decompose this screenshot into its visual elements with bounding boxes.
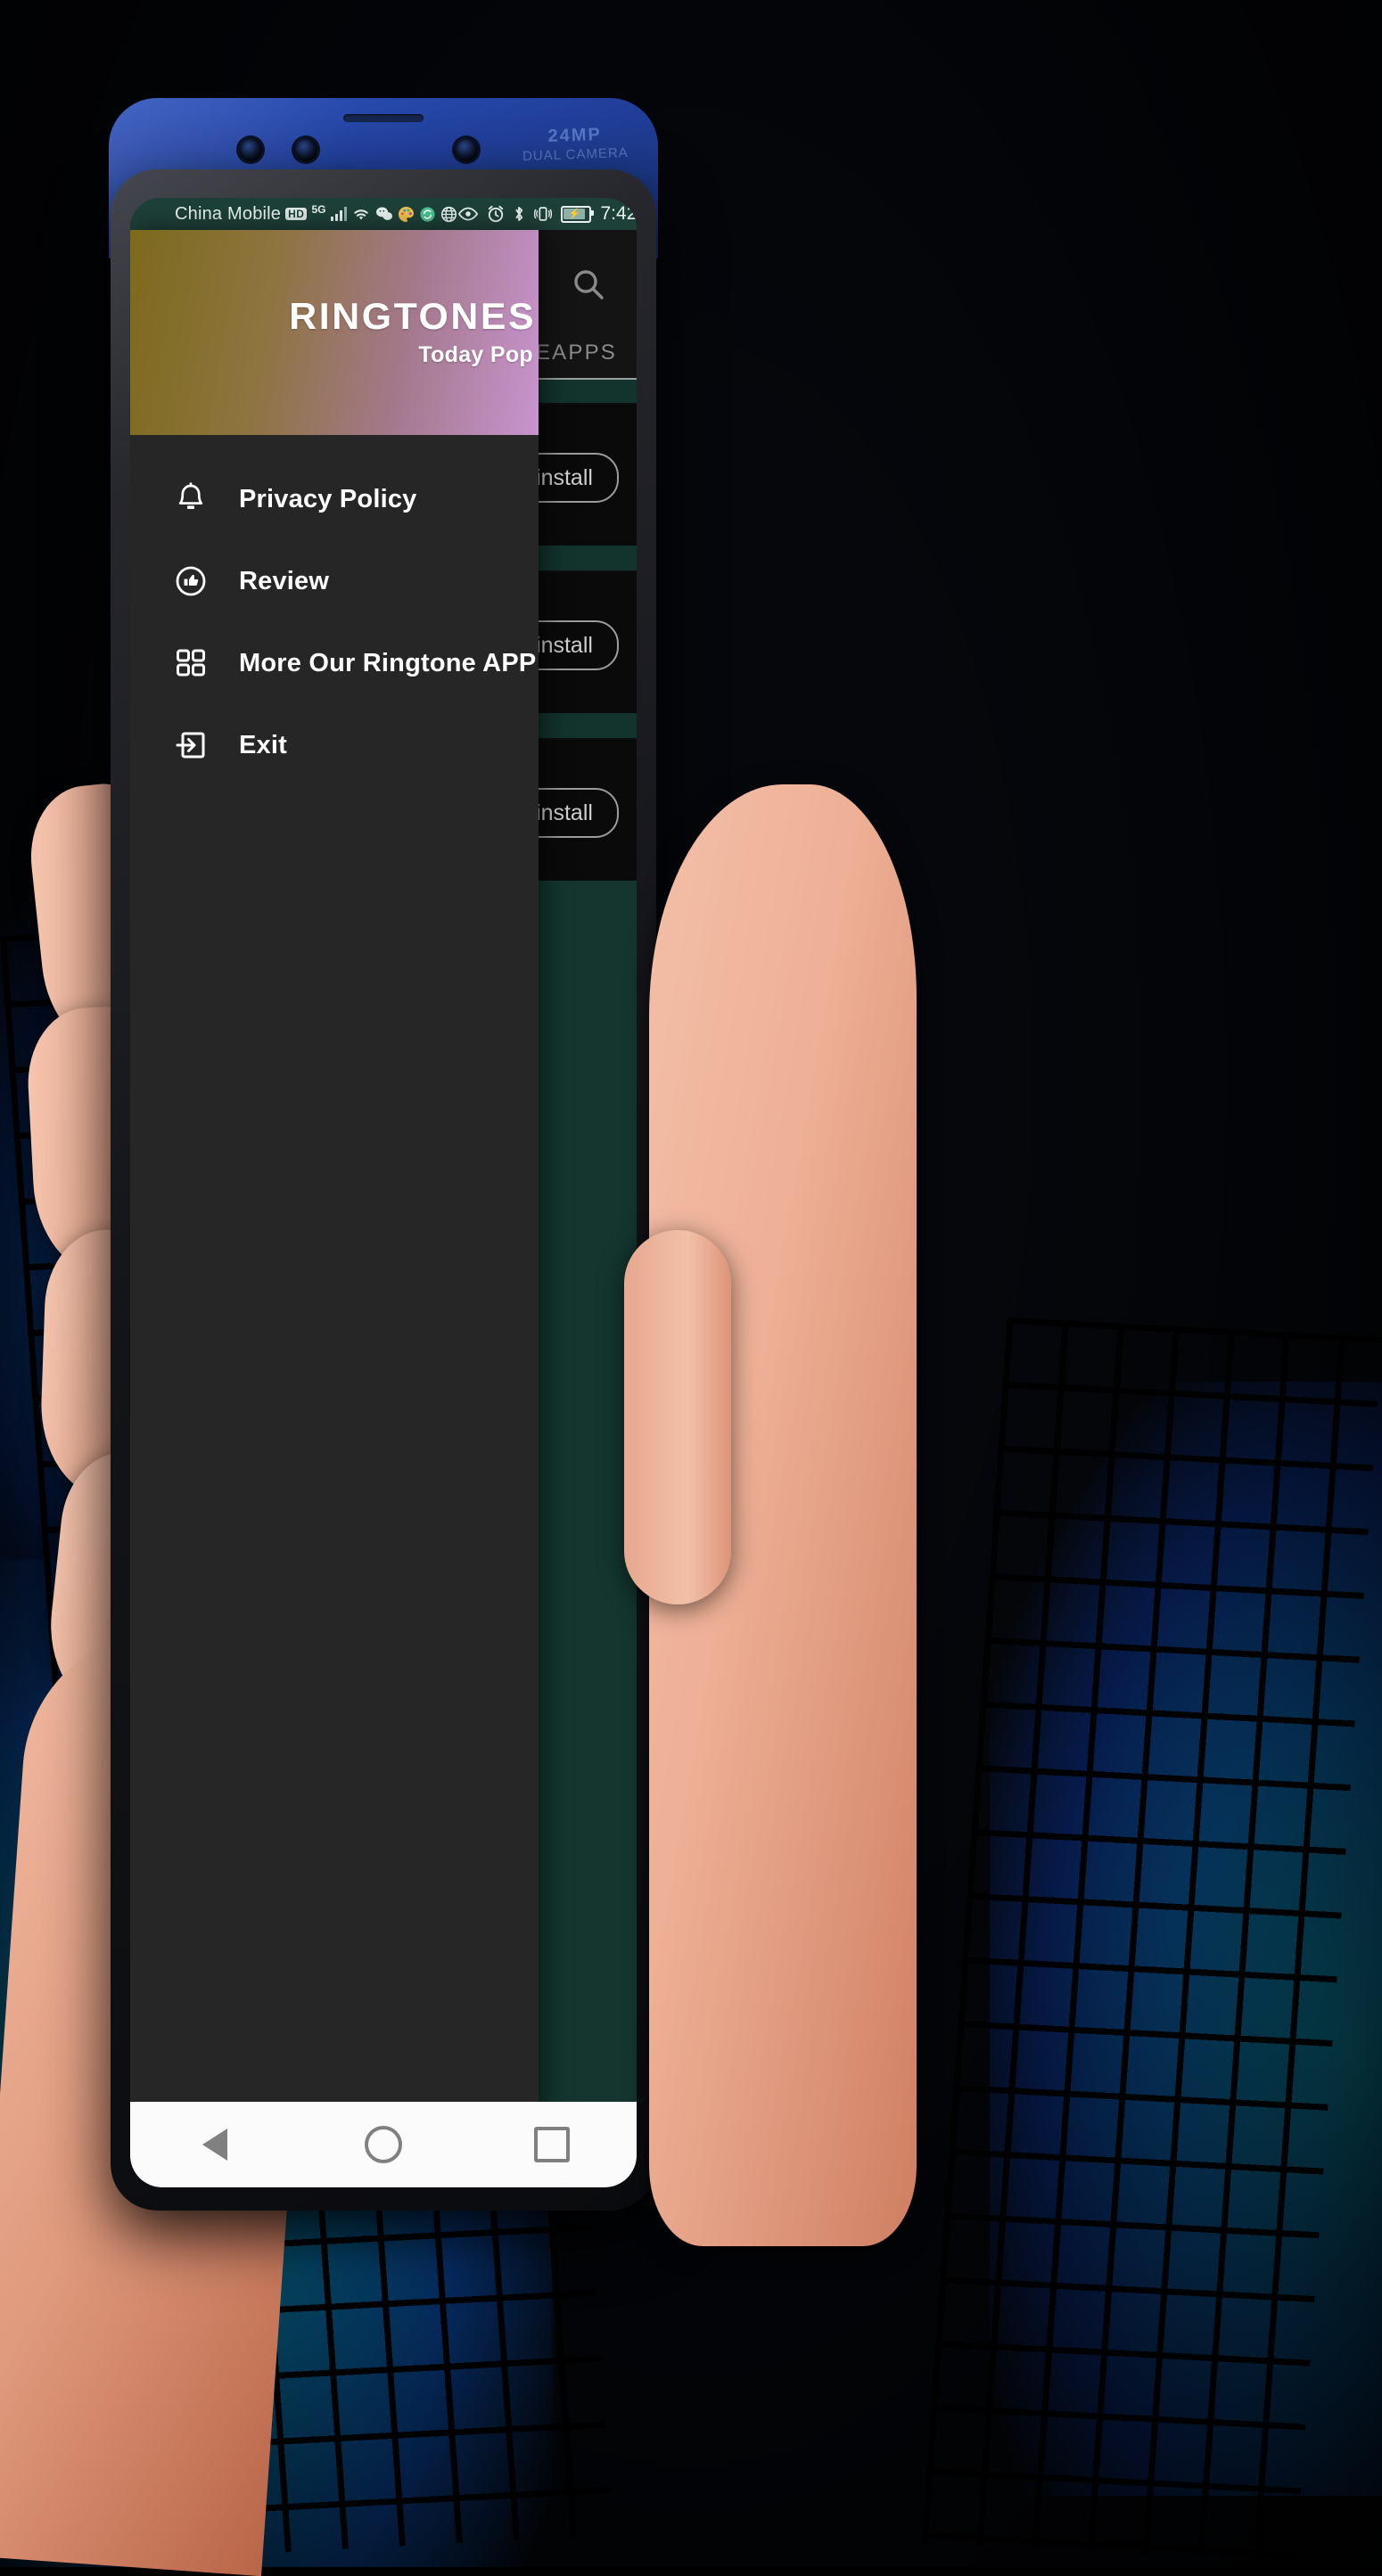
palette-icon: [398, 206, 415, 223]
drawer-item-more-apps[interactable]: More Our Ringtone APP: [130, 622, 539, 704]
phone-screen: China Mobile HD 5G ⚡ 7:42 MOREAPPS insta…: [130, 198, 637, 2187]
signal-bars-icon: [330, 207, 347, 221]
camera-branding: 24MP DUAL CAMERA: [516, 123, 633, 166]
earpiece-speaker: [343, 114, 424, 122]
drawer-item-privacy-policy[interactable]: Privacy Policy: [130, 458, 539, 540]
drawer-item-label: Review: [239, 566, 330, 595]
alarm-icon: [487, 205, 505, 223]
app-brand-title: RINGTONES: [288, 294, 536, 337]
vibrate-icon: [533, 205, 553, 223]
thumb-right: [624, 1230, 731, 1604]
secondary-camera-icon: [455, 138, 478, 161]
battery-charging-icon: ⚡: [560, 205, 594, 223]
drawer-menu-list: Privacy Policy Review More Our Ringtone …: [130, 435, 539, 786]
bluetooth-icon: [513, 205, 525, 223]
wifi-icon: [351, 206, 371, 222]
drawer-item-label: Exit: [239, 730, 287, 759]
status-bar-clock: 7:42: [600, 203, 638, 224]
exit-arrow-icon: [173, 727, 209, 763]
drawer-item-review[interactable]: Review: [130, 540, 539, 622]
sync-icon: [419, 206, 436, 223]
recents-square-icon: [534, 2127, 571, 2162]
network-type-label: 5G: [311, 203, 326, 216]
front-camera-icon: [239, 138, 262, 161]
drawer-header: RINGTONES Today Pop: [130, 230, 539, 435]
charging-bolt-icon: ⚡: [568, 208, 581, 219]
status-bar-right: ⚡ 7:42: [457, 203, 638, 225]
eye-icon: [457, 206, 479, 222]
home-button[interactable]: [348, 2118, 419, 2171]
bell-icon: [173, 481, 209, 517]
thumbs-up-circle-icon: [173, 563, 209, 599]
recents-button[interactable]: [516, 2118, 588, 2171]
back-triangle-icon: [202, 2129, 227, 2161]
back-button[interactable]: [179, 2118, 251, 2171]
system-navigation-bar: [130, 2102, 637, 2187]
drawer-item-label: Privacy Policy: [239, 484, 417, 513]
carrier-label: China Mobile: [175, 203, 282, 224]
globe-icon: [440, 206, 457, 223]
search-icon[interactable]: [565, 262, 612, 308]
home-circle-icon: [364, 2126, 402, 2163]
wechat-icon: [375, 206, 393, 222]
hd-badge: HD: [285, 207, 308, 221]
sensor-icon: [294, 138, 317, 161]
grid-apps-icon: [173, 645, 209, 681]
status-bar-left: China Mobile HD 5G: [175, 204, 457, 225]
drawer-item-label: More Our Ringtone APP: [239, 648, 537, 677]
navigation-drawer: RINGTONES Today Pop Privacy Policy Revie…: [130, 230, 539, 2187]
drawer-item-exit[interactable]: Exit: [130, 704, 539, 786]
status-bar: China Mobile HD 5G ⚡ 7:42: [130, 198, 637, 230]
app-brand-tagline: Today Pop: [418, 341, 533, 367]
